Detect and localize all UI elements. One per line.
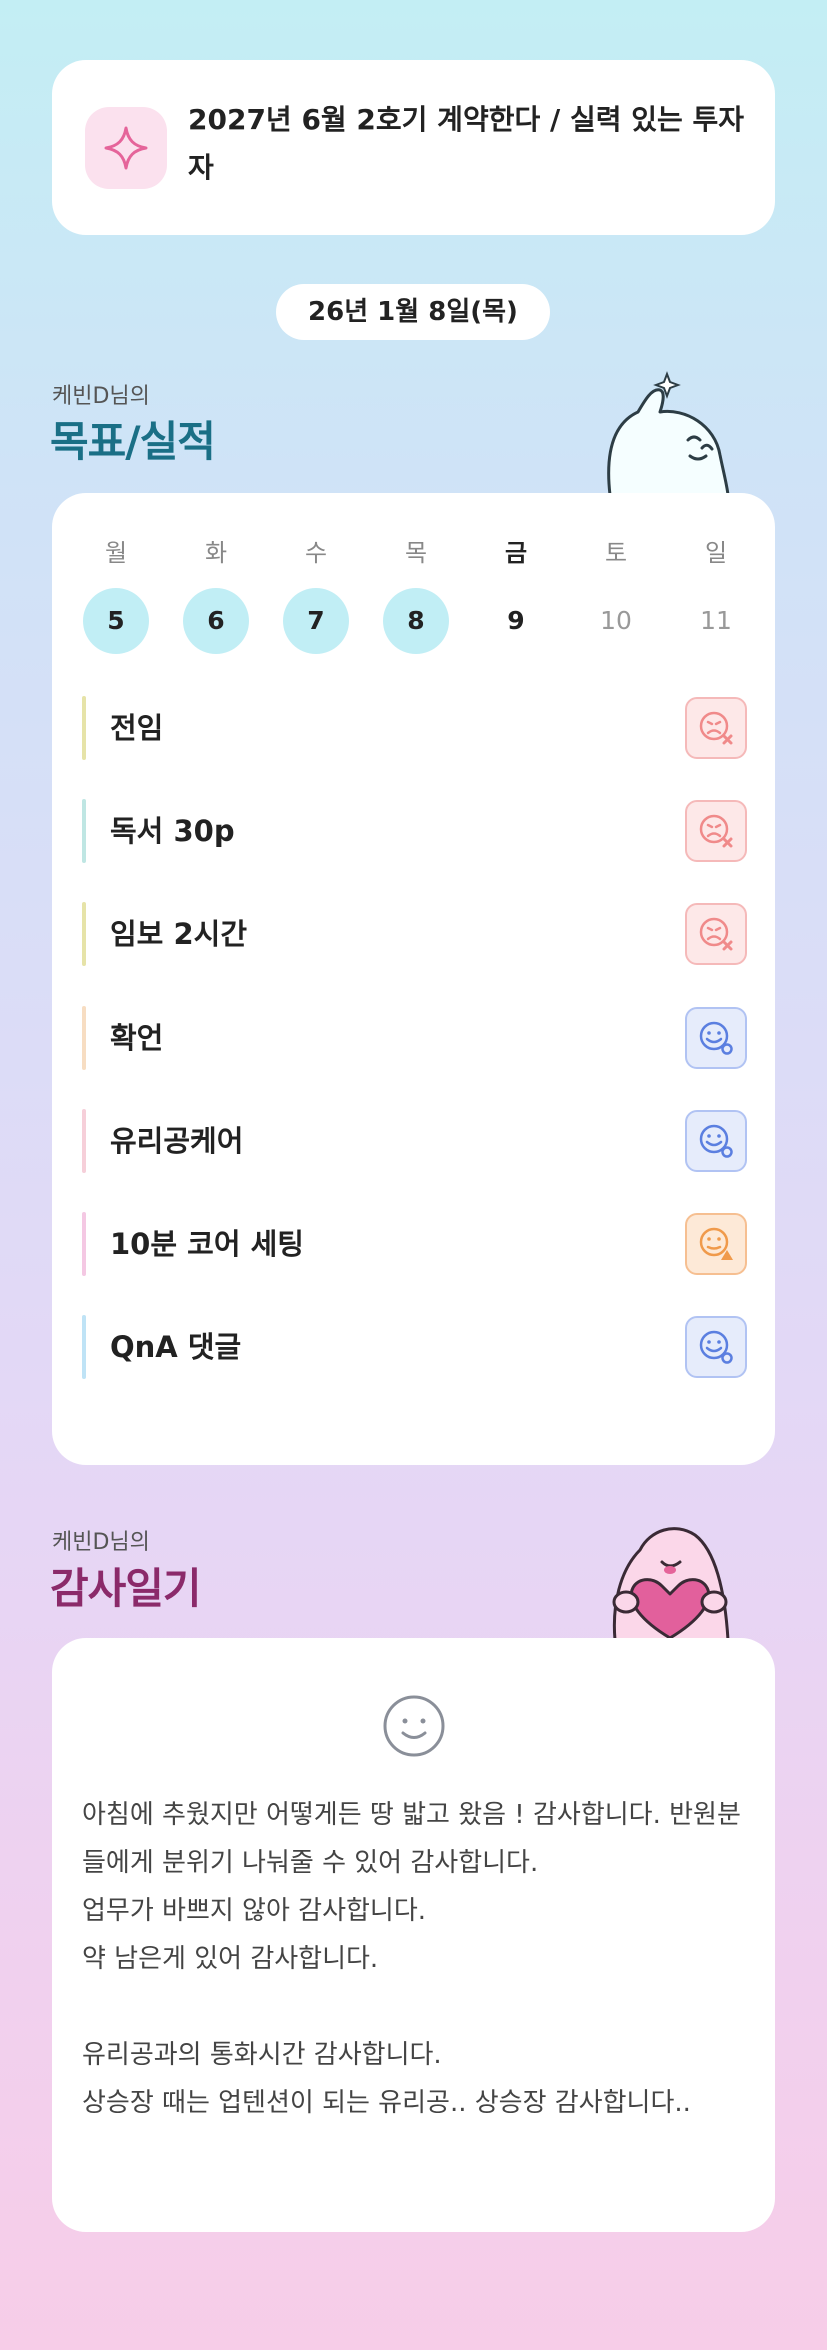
goals-section-subtitle: 케빈D님의 <box>52 384 150 409</box>
smile-icon <box>383 1695 445 1757</box>
smile-face-o-icon[interactable] <box>685 1316 747 1378</box>
task-label: 10분 코어 세팅 <box>110 1227 304 1261</box>
task-color-bar <box>82 1006 86 1070</box>
gratitude-section-subtitle: 케빈D님의 <box>52 1530 150 1555</box>
sparkle-icon <box>85 107 167 189</box>
weekday-label: 수 <box>304 539 328 567</box>
weekday-label: 목 <box>404 539 428 567</box>
weekday-label: 토 <box>604 539 628 567</box>
date-button[interactable]: 9 <box>483 588 549 654</box>
neutral-face-triangle-icon[interactable] <box>685 1213 747 1275</box>
task-row[interactable]: 확언 <box>82 1002 747 1074</box>
task-row[interactable]: 10분 코어 세팅 <box>82 1208 747 1280</box>
task-label: 유리공케어 <box>110 1124 244 1158</box>
date-button[interactable]: 6 <box>183 588 249 654</box>
heart-character-icon <box>612 1527 730 1640</box>
task-label: 독서 30p <box>110 814 235 848</box>
task-color-bar <box>82 1212 86 1276</box>
diary-text: 아침에 추웠지만 어떻게든 땅 밟고 왔음 ! 감사합니다. 반원분들에게 분위… <box>82 1800 741 2118</box>
goals-section-title: 목표/실적 <box>50 417 216 466</box>
date-button[interactable]: 11 <box>683 588 749 654</box>
task-row[interactable]: QnA 댓글 <box>82 1311 747 1383</box>
weekday-label: 월 <box>104 539 128 567</box>
task-color-bar <box>82 1109 86 1173</box>
date-button[interactable]: 10 <box>583 588 649 654</box>
task-color-bar <box>82 902 86 966</box>
goal-banner[interactable]: 2027년 6월 2호기 계약한다 / 실력 있는 투자자 <box>52 60 775 235</box>
goal-text: 2027년 6월 2호기 계약한다 / 실력 있는 투자자 <box>188 103 744 184</box>
task-row[interactable]: 독서 30p <box>82 795 747 867</box>
task-label: 임보 2시간 <box>110 917 247 951</box>
task-label: 전임 <box>110 711 164 745</box>
smile-face-o-icon[interactable] <box>685 1110 747 1172</box>
gratitude-section-title: 감사일기 <box>50 1564 202 1613</box>
gratitude-diary-card: 아침에 추웠지만 어떻게든 땅 밟고 왔음 ! 감사합니다. 반원분들에게 분위… <box>52 1638 775 2232</box>
task-color-bar <box>82 799 86 863</box>
sad-face-x-icon[interactable] <box>685 697 747 759</box>
smile-face-o-icon[interactable] <box>685 1007 747 1069</box>
date-pill[interactable]: 26년 1월 8일(목) <box>276 284 550 340</box>
task-label: QnA 댓글 <box>110 1330 242 1364</box>
sad-face-x-icon[interactable] <box>685 800 747 862</box>
date-button[interactable]: 8 <box>383 588 449 654</box>
weekday-label: 일 <box>704 539 728 567</box>
sad-face-x-icon[interactable] <box>685 903 747 965</box>
task-row[interactable]: 유리공케어 <box>82 1105 747 1177</box>
date-button[interactable]: 7 <box>283 588 349 654</box>
weekday-label: 금 <box>504 539 528 567</box>
task-color-bar <box>82 1315 86 1379</box>
task-row[interactable]: 임보 2시간 <box>82 898 747 970</box>
task-color-bar <box>82 696 86 760</box>
task-label: 확언 <box>110 1021 164 1055</box>
ghost-character-icon <box>607 371 730 495</box>
date-button[interactable]: 5 <box>83 588 149 654</box>
task-row[interactable]: 전임 <box>82 692 747 764</box>
goals-card: 월 화 수 목 금 토 일 5 6 7 8 9 10 11 전임 독서 30p … <box>52 493 775 1465</box>
weekday-label: 화 <box>204 539 228 567</box>
